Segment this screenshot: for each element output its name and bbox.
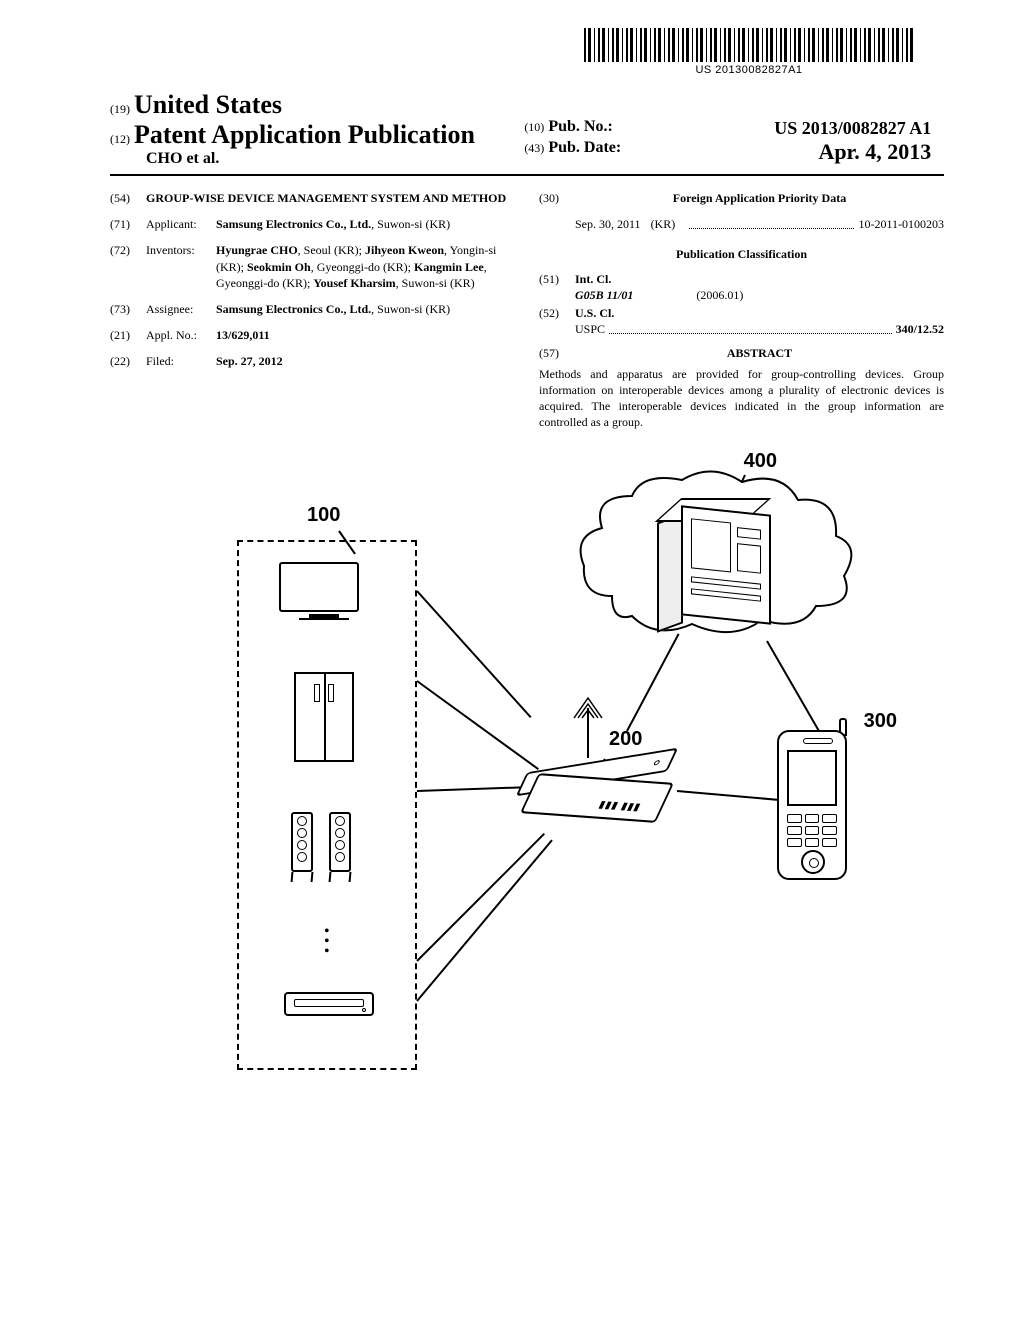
figure-label-300: 300	[864, 710, 897, 733]
invention-title: GROUP-WISE DEVICE MANAGEMENT SYSTEM AND …	[146, 190, 515, 206]
priority-cc: (KR)	[651, 216, 676, 232]
pubno-label: Pub. No.:	[548, 118, 612, 135]
speakers-icon	[287, 812, 367, 902]
field-72: (72) Inventors: Hyungrae CHO, Seoul (KR)…	[110, 242, 515, 291]
inventor-loc: , Gyeonggi-do (KR);	[311, 260, 414, 274]
code-71: (71)	[110, 216, 146, 232]
inventor-name: Yousef Kharsim	[313, 276, 395, 290]
connection-line	[416, 680, 539, 770]
code-19: (19)	[110, 102, 130, 116]
barcode	[584, 28, 914, 62]
code-22: (22)	[110, 353, 146, 369]
figure-label-200: 200	[609, 728, 642, 751]
inventor-name: Seokmin Oh	[247, 260, 311, 274]
figure: 100 200 300 400 •••	[157, 460, 897, 1100]
code-57: (57)	[539, 345, 575, 361]
biblio-left: (54) GROUP-WISE DEVICE MANAGEMENT SYSTEM…	[110, 190, 515, 430]
field-51: (51) Int. Cl. G05B 11/01 (2006.01)	[539, 271, 944, 303]
uscl-label: U.S. Cl.	[575, 305, 944, 321]
signal-waves-icon	[568, 694, 608, 724]
code-12: (12)	[110, 132, 130, 146]
pubdate-label: Pub. Date:	[548, 139, 621, 156]
code-52: (52)	[539, 305, 575, 337]
intcl-label: Int. Cl.	[575, 271, 944, 287]
cloud-icon	[577, 460, 857, 660]
code-51: (51)	[539, 271, 575, 303]
foreign-priority-row: Sep. 30, 2011 (KR) 10-2011-0100203	[575, 216, 944, 232]
uspc-value: 340/12.52	[896, 321, 944, 337]
dotted-leader	[689, 228, 854, 229]
uspc-prefix: USPC	[575, 321, 605, 337]
assignee-name: Samsung Electronics Co., Ltd.	[216, 302, 371, 316]
label-filed: Filed:	[146, 353, 216, 369]
code-21: (21)	[110, 327, 146, 343]
device-group-box: •••	[237, 540, 417, 1070]
label-applno: Appl. No.:	[146, 327, 216, 343]
pubdate: Apr. 4, 2013	[818, 139, 931, 165]
applicant-loc: Suwon-si (KR)	[377, 217, 450, 231]
server-icon	[657, 500, 787, 630]
field-22: (22) Filed: Sep. 27, 2012	[110, 353, 515, 369]
priority-date: Sep. 30, 2011	[575, 216, 641, 232]
ellipsis-icon: •••	[324, 927, 330, 957]
code-73: (73)	[110, 301, 146, 317]
assignee-loc: Suwon-si (KR)	[377, 302, 450, 316]
barcode-text: US 20130082827A1	[584, 64, 914, 76]
field-73: (73) Assignee: Samsung Electronics Co., …	[110, 301, 515, 317]
label-assignee: Assignee:	[146, 301, 216, 317]
phone-icon	[777, 730, 857, 890]
field-57: (57) ABSTRACT	[539, 345, 944, 361]
tv-icon	[279, 562, 369, 632]
priority-appno: 10-2011-0100203	[858, 216, 944, 232]
biblio-right: (30) Foreign Application Priority Data S…	[539, 190, 944, 430]
dotted-leader	[609, 333, 892, 334]
inventors-list: Hyungrae CHO, Seoul (KR); Jihyeon Kweon,…	[216, 242, 515, 291]
fridge-icon	[294, 672, 354, 762]
field-54: (54) GROUP-WISE DEVICE MANAGEMENT SYSTEM…	[110, 190, 515, 206]
code-43: (43)	[524, 141, 544, 155]
pubno: US 2013/0082827 A1	[774, 118, 931, 139]
doc-type: Patent Application Publication	[134, 120, 475, 149]
connection-line	[416, 833, 545, 962]
applno: 13/629,011	[216, 327, 515, 343]
pub-classification-title: Publication Classification	[539, 246, 944, 262]
abstract-text: Methods and apparatus are provided for g…	[539, 366, 944, 431]
connection-line	[416, 591, 531, 719]
inventor-loc: , Seoul (KR);	[298, 243, 365, 257]
intcl-class: G05B 11/01	[575, 288, 633, 302]
dvd-icon	[284, 992, 374, 1016]
code-10: (10)	[524, 120, 544, 134]
intcl-edition: (2006.01)	[696, 288, 743, 302]
abstract-title: ABSTRACT	[575, 345, 944, 361]
connection-line	[416, 840, 553, 1002]
country-title: United States	[134, 90, 282, 119]
figure-label-100: 100	[307, 504, 340, 527]
code-72: (72)	[110, 242, 146, 291]
antenna-icon	[587, 708, 589, 758]
field-52: (52) U.S. Cl. USPC 340/12.52	[539, 305, 944, 337]
field-30: (30) Foreign Application Priority Data	[539, 190, 944, 206]
router-icon: ▮▮▮ ▮▮▮	[527, 760, 677, 818]
authors-line: CHO et al.	[146, 150, 510, 168]
applicant-name: Samsung Electronics Co., Ltd.	[216, 217, 371, 231]
inventor-name: Kangmin Lee	[414, 260, 484, 274]
field-71: (71) Applicant: Samsung Electronics Co.,…	[110, 216, 515, 232]
filed-date: Sep. 27, 2012	[216, 353, 515, 369]
label-applicant: Applicant:	[146, 216, 216, 232]
inventor-name: Jihyeon Kweon	[365, 243, 444, 257]
foreign-priority-title: Foreign Application Priority Data	[575, 190, 944, 206]
inventor-name: Hyungrae CHO	[216, 243, 298, 257]
barcode-block: US 20130082827A1	[584, 28, 914, 76]
inventor-loc: , Suwon-si (KR)	[396, 276, 475, 290]
header-rule	[110, 174, 944, 176]
label-inventors: Inventors:	[146, 242, 216, 291]
field-21: (21) Appl. No.: 13/629,011	[110, 327, 515, 343]
code-54: (54)	[110, 190, 146, 206]
header: (19) United States (12) Patent Applicati…	[110, 90, 944, 168]
code-30: (30)	[539, 190, 575, 206]
bibliographic-data: (54) GROUP-WISE DEVICE MANAGEMENT SYSTEM…	[110, 190, 944, 430]
